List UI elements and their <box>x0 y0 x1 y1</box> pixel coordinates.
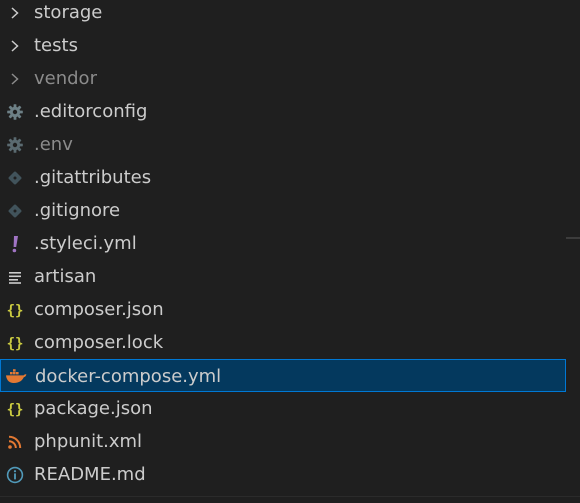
tree-item-label: .gitattributes <box>34 167 152 188</box>
git-icon <box>4 161 26 194</box>
tree-item-editorconfig[interactable]: .editorconfig <box>0 95 566 128</box>
tree-item-styleci[interactable]: .styleci.yml <box>0 227 566 260</box>
gear-icon <box>4 95 26 128</box>
tree-item-storage[interactable]: storage <box>0 0 566 29</box>
panel-divider <box>0 496 580 497</box>
tree-item-label: composer.lock <box>34 332 164 353</box>
tree-item-label: storage <box>34 2 103 23</box>
chevron-right-icon[interactable] <box>4 62 26 95</box>
tree-item-gitattributes[interactable]: .gitattributes <box>0 161 566 194</box>
tree-item-composer-json[interactable]: {} composer.json <box>0 293 566 326</box>
tree-item-label: .editorconfig <box>34 101 148 122</box>
braces-icon: {} <box>4 392 26 425</box>
tree-item-label: .gitignore <box>34 200 121 221</box>
scrollbar-edge[interactable] <box>566 237 580 239</box>
tree-item-label: README.md <box>34 464 146 485</box>
tree-item-label: tests <box>34 35 78 56</box>
chevron-right-icon[interactable] <box>4 0 26 29</box>
gear-icon <box>4 128 26 161</box>
docker-whale-icon <box>5 359 27 392</box>
tree-item-readme[interactable]: README.md <box>0 458 566 491</box>
tree-item-label: .styleci.yml <box>34 233 137 254</box>
tree-item-vendor[interactable]: vendor <box>0 62 566 95</box>
rss-icon <box>4 425 26 458</box>
info-icon <box>4 458 26 491</box>
file-explorer: storage tests vendor .editorconfig .env … <box>0 0 580 503</box>
git-icon <box>4 194 26 227</box>
tree-item-label: composer.json <box>34 299 164 320</box>
braces-icon: {} <box>4 293 26 326</box>
tree-item-package-json[interactable]: {} package.json <box>0 392 566 425</box>
tree-item-label: phpunit.xml <box>34 431 143 452</box>
tree-item-phpunit[interactable]: phpunit.xml <box>0 425 566 458</box>
chevron-right-icon[interactable] <box>4 29 26 62</box>
tree-item-label: package.json <box>34 398 153 419</box>
tree-item-env[interactable]: .env <box>0 128 566 161</box>
tree-item-composer-lock[interactable]: {} composer.lock <box>0 326 566 359</box>
tree-item-label: docker-compose.yml <box>35 366 222 387</box>
tree-item-artisan[interactable]: artisan <box>0 260 566 293</box>
tree-item-label: artisan <box>34 266 97 287</box>
tree-item-gitignore[interactable]: .gitignore <box>0 194 566 227</box>
braces-icon: {} <box>4 326 26 359</box>
tree-item-docker-compose[interactable]: docker-compose.yml <box>0 359 566 392</box>
lines-icon <box>4 260 26 293</box>
svg-text:{}: {} <box>7 402 24 418</box>
tree-item-tests[interactable]: tests <box>0 29 566 62</box>
svg-text:{}: {} <box>7 303 24 319</box>
tree-item-label: vendor <box>34 68 97 89</box>
svg-text:{}: {} <box>7 336 24 352</box>
tree-item-label: .env <box>34 134 73 155</box>
exclamation-icon <box>4 227 26 260</box>
